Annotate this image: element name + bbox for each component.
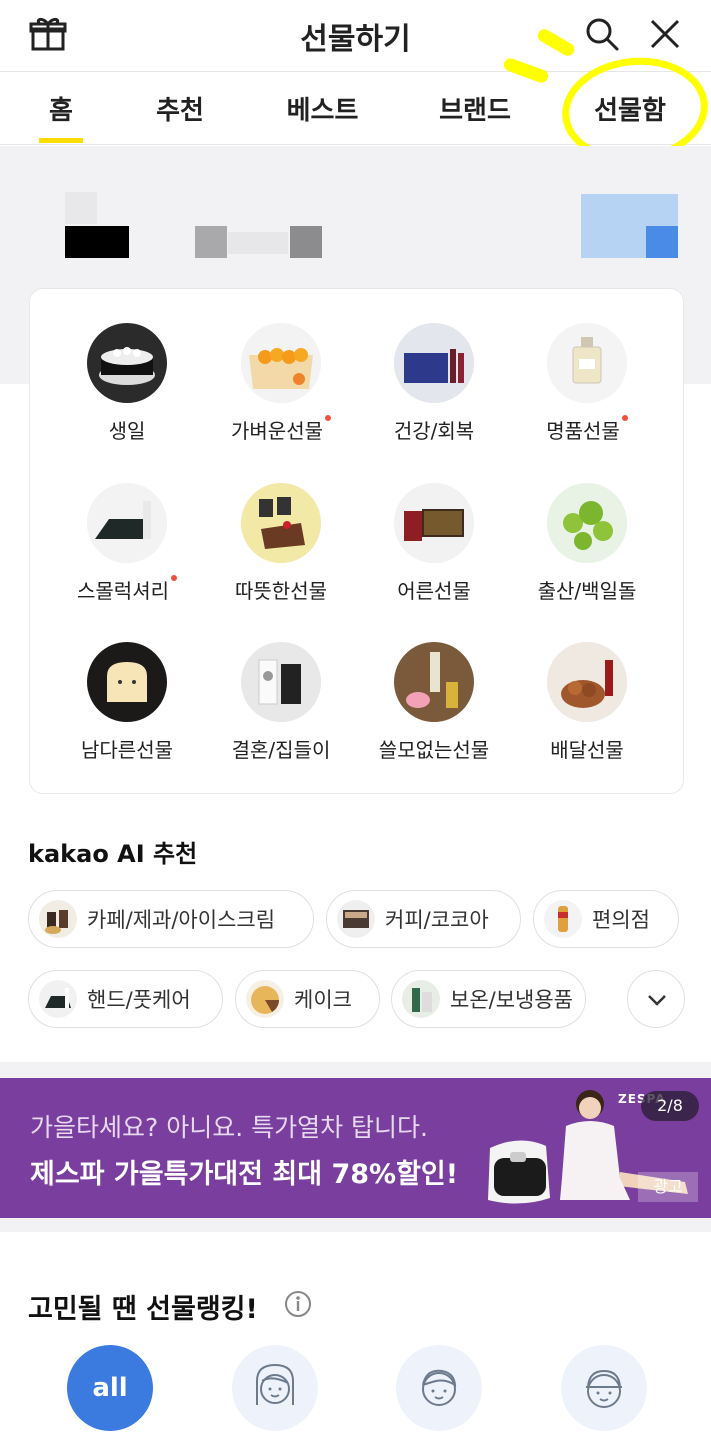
ai-title-suffix: 추천 [144, 840, 198, 868]
chip-cafe[interactable]: 카페/제과/아이스크림 [28, 890, 314, 948]
category-item-wedding[interactable]: 결혼/집들이 [206, 642, 356, 763]
expand-chips-button[interactable] [627, 970, 685, 1028]
chip-label: 보온/보냉용품 [450, 988, 573, 1012]
active-tab-indicator [39, 138, 83, 143]
chip-thermal-goods[interactable]: 보온/보냉용품 [391, 970, 586, 1028]
appliance-icon [241, 642, 321, 722]
man-face-icon [422, 1369, 457, 1406]
coffee-box-icon [337, 900, 375, 938]
redacted-profile-text [195, 226, 227, 258]
redacted-profile-text [290, 226, 322, 258]
bread-lamp-icon [87, 642, 167, 722]
category-label: 가벼운선물 [206, 415, 356, 444]
chip-label: 카페/제과/아이스크림 [87, 908, 276, 932]
category-label: 출산/백일돌 [537, 579, 637, 603]
section-divider [0, 1218, 711, 1232]
redacted-profile-text [228, 232, 288, 254]
ranking-filter-man[interactable] [396, 1345, 482, 1431]
close-icon[interactable] [645, 14, 685, 54]
snack-icon [544, 900, 582, 938]
category-label: 남다른선물 [81, 738, 173, 762]
chip-convenience-store[interactable]: 편의점 [533, 890, 679, 948]
category-label: 명품선물 [512, 415, 662, 444]
banner-pager: 2/8 [641, 1091, 699, 1121]
ranking-filter-woman[interactable] [232, 1345, 318, 1431]
info-icon[interactable] [284, 1290, 312, 1318]
quirky-items-icon [394, 642, 474, 722]
ad-banner[interactable]: 가을타세요? 아니요. 특가열차 탑니다. 제스파 가을특가대전 최대 78%할… [0, 1078, 711, 1218]
pouch-icon [87, 483, 167, 563]
grapes-icon [547, 483, 627, 563]
chip-label: 편의점 [592, 908, 650, 932]
ai-section-title: kakao AI 추천 [28, 834, 197, 869]
category-item-light-gift[interactable]: 가벼운선물 [206, 323, 356, 444]
category-card: 생일 가벼운선물 건강/회복 명품선물 스몰럭셔리 따뜻한선물 어른선물 출산/… [29, 288, 684, 794]
chevron-down-icon [648, 995, 666, 1006]
care-pouch-icon [39, 980, 77, 1018]
ad-label: 광고 [638, 1172, 698, 1202]
category-label: 생일 [108, 419, 146, 443]
chicken-cola-icon [547, 642, 627, 722]
banner-title: 제스파 가을특가대전 최대 78%할인! [30, 1159, 459, 1190]
category-label: 어른선물 [397, 579, 471, 603]
category-label: 결혼/집들이 [231, 738, 331, 762]
category-item-birthday[interactable]: 생일 [52, 323, 202, 444]
category-label: 배달선물 [550, 738, 624, 762]
redacted-profile-text [65, 192, 97, 224]
category-label: 스몰럭셔리 [52, 575, 202, 604]
chip-label: 케이크 [294, 988, 352, 1012]
chip-coffee[interactable]: 커피/코코아 [326, 890, 521, 948]
category-item-health[interactable]: 건강/회복 [359, 323, 509, 444]
new-dot [621, 415, 628, 421]
category-item-useless-gift[interactable]: 쓸모없는선물 [359, 642, 509, 763]
top-header: 선물하기 [0, 0, 711, 72]
category-item-small-luxury[interactable]: 스몰럭셔리 [52, 483, 202, 604]
woman-face-icon [256, 1363, 294, 1405]
cake-icon [87, 323, 167, 403]
search-icon[interactable] [582, 14, 622, 54]
health-product-icon [394, 323, 474, 403]
category-item-elder-gift[interactable]: 어른선물 [359, 483, 509, 604]
ranking-title: 고민될 땐 선물랭킹! [28, 1294, 258, 1325]
orange-box-icon [241, 323, 321, 403]
category-item-baby[interactable]: 출산/백일돌 [512, 483, 662, 604]
kakao-ai-brand: kakao AI [28, 840, 145, 868]
perfume-icon [547, 323, 627, 403]
banner-subtitle: 가을타세요? 아니요. 특가열차 탑니다. [30, 1113, 429, 1142]
category-label: 따뜻한선물 [235, 579, 327, 603]
chip-hand-foot-care[interactable]: 핸드/풋케어 [28, 970, 223, 1028]
ginseng-box-icon [394, 483, 474, 563]
coffee-cups-icon [39, 900, 77, 938]
tab-brand[interactable]: 브랜드 [425, 90, 525, 127]
category-label: 건강/회복 [393, 419, 475, 443]
ranking-filter-child[interactable] [561, 1345, 647, 1431]
category-item-delivery[interactable]: 배달선물 [512, 642, 662, 763]
redacted-profile-image [646, 226, 678, 258]
category-item-luxury[interactable]: 명품선물 [512, 323, 662, 444]
section-divider [0, 1062, 711, 1078]
category-label: 쓸모없는선물 [378, 738, 490, 762]
category-item-unique[interactable]: 남다른선물 [52, 642, 202, 763]
tab-home[interactable]: 홈 [30, 90, 92, 127]
thermos-icon [402, 980, 440, 1018]
tab-recommend[interactable]: 추천 [140, 90, 220, 127]
redacted-profile-text [65, 226, 129, 258]
coffee-cake-icon [241, 483, 321, 563]
tab-best[interactable]: 베스트 [275, 90, 370, 127]
cake-slice-icon [246, 980, 284, 1018]
new-dot [171, 575, 177, 581]
chip-label: 커피/코코아 [385, 908, 489, 932]
child-face-icon [586, 1369, 622, 1408]
new-dot [325, 415, 331, 421]
chip-label: 핸드/풋케어 [87, 988, 191, 1012]
category-item-warm-gift[interactable]: 따뜻한선물 [206, 483, 356, 604]
chip-cake[interactable]: 케이크 [235, 970, 380, 1028]
ranking-filter-all[interactable]: all [67, 1345, 153, 1431]
